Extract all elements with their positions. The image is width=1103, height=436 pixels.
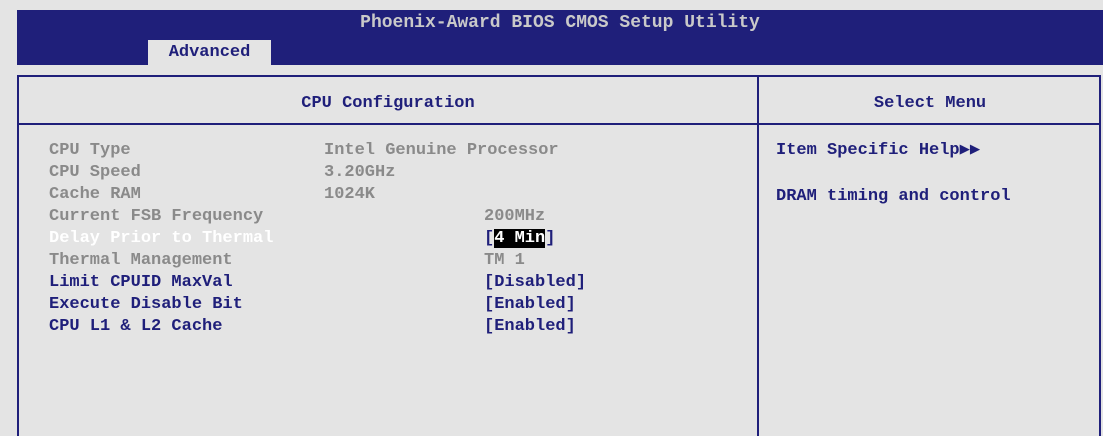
help-heading: Item Specific Help▶▶ <box>776 141 981 160</box>
cpu-type-row: CPU Type Intel Genuine Processor <box>49 140 749 162</box>
row-label: Cache RAM <box>49 185 141 204</box>
cpu-cache-row[interactable]: CPU L1 & L2 Cache [Enabled] <box>49 316 749 338</box>
cpu-speed-row: CPU Speed 3.20GHz <box>49 162 749 184</box>
help-text: DRAM timing and control <box>776 187 1011 206</box>
row-label: CPU Speed <box>49 163 141 182</box>
row-label: CPU Type <box>49 141 131 160</box>
option-value[interactable]: [Enabled] <box>484 294 576 316</box>
section-title: CPU Configuration <box>301 94 475 113</box>
row-label: Limit CPUID MaxVal <box>49 273 233 292</box>
panel-divider <box>757 77 759 436</box>
cache-ram-row: Cache RAM 1024K <box>49 184 749 206</box>
row-value: 1024K <box>324 185 376 204</box>
delay-prior-to-thermal-row[interactable]: Delay Prior to Thermal [4 Min] <box>49 228 749 250</box>
row-value: TM 1 <box>484 251 525 270</box>
fsb-frequency-row: Current FSB Frequency 200MHz <box>49 206 749 228</box>
row-label: Current FSB Frequency <box>49 207 264 226</box>
limit-cpuid-maxval-row[interactable]: Limit CPUID MaxVal [Disabled] <box>49 272 749 294</box>
option-value[interactable]: [Enabled] <box>484 316 576 338</box>
help-panel-title: Select Menu <box>873 94 987 113</box>
row-label: Delay Prior to Thermal <box>49 229 274 248</box>
row-label: Thermal Management <box>49 251 233 270</box>
row-value: 200MHz <box>484 207 546 226</box>
option-value[interactable]: [4 Min] <box>484 228 555 250</box>
window-title: Phoenix-Award BIOS CMOS Setup Utility <box>17 10 1103 37</box>
bracket-close: ] <box>545 229 556 248</box>
row-value: Intel Genuine Processor <box>324 141 559 160</box>
menu-bar: Advanced <box>17 37 1103 65</box>
execute-disable-bit-row[interactable]: Execute Disable Bit [Enabled] <box>49 294 749 316</box>
tab-advanced[interactable]: Advanced <box>148 40 271 65</box>
row-label: CPU L1 & L2 Cache <box>49 317 223 336</box>
selected-option[interactable]: 4 Min <box>494 229 546 248</box>
header-divider <box>19 123 1099 125</box>
thermal-management-row: Thermal Management TM 1 <box>49 250 749 272</box>
bracket-open: [ <box>484 229 495 248</box>
row-label: Execute Disable Bit <box>49 295 243 314</box>
row-value: 3.20GHz <box>324 163 396 182</box>
main-panel: CPU Configuration Select Menu CPU Type I… <box>17 75 1101 436</box>
option-value[interactable]: [Disabled] <box>484 272 586 294</box>
